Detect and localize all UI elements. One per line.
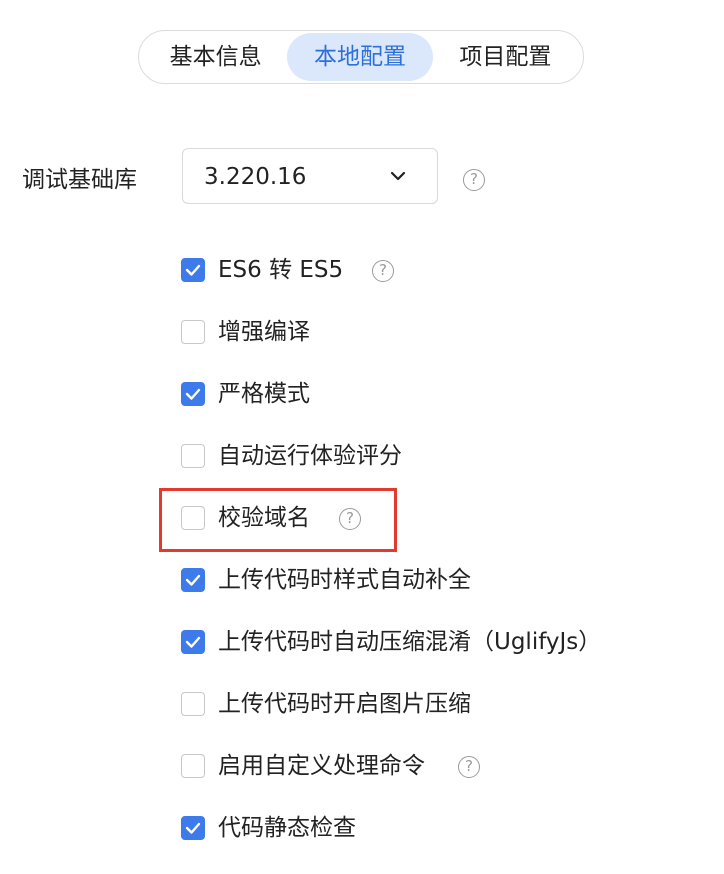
tab-basic-info[interactable]: 基本信息 bbox=[144, 33, 287, 81]
debug-library-label: 调试基础库 bbox=[22, 167, 137, 193]
checkbox-checked-icon[interactable] bbox=[181, 382, 205, 406]
option-style-autoprefix[interactable]: 上传代码时样式自动补全 bbox=[181, 564, 471, 596]
option-label: 自动运行体验评分 bbox=[218, 443, 402, 469]
debug-library-value: 3.220.16 bbox=[204, 164, 307, 190]
highlight-annotation-box bbox=[159, 488, 397, 552]
chevron-down-icon bbox=[390, 171, 406, 181]
checkbox-unchecked-icon[interactable] bbox=[181, 444, 205, 468]
debug-library-select[interactable]: 3.220.16 bbox=[182, 148, 438, 204]
option-label: 代码静态检查 bbox=[218, 815, 356, 841]
checkbox-unchecked-icon[interactable] bbox=[181, 754, 205, 778]
checkbox-unchecked-icon[interactable] bbox=[181, 320, 205, 344]
checkbox-checked-icon[interactable] bbox=[181, 258, 205, 282]
tab-project-settings[interactable]: 项目配置 bbox=[433, 33, 578, 81]
option-es6-to-es5[interactable]: ES6 转 ES5 bbox=[181, 254, 343, 286]
checkbox-checked-icon[interactable] bbox=[181, 816, 205, 840]
help-icon[interactable]: ? bbox=[372, 260, 394, 282]
option-auto-score[interactable]: 自动运行体验评分 bbox=[181, 440, 402, 472]
checkbox-checked-icon[interactable] bbox=[181, 568, 205, 592]
checkbox-unchecked-icon[interactable] bbox=[181, 692, 205, 716]
option-custom-commands[interactable]: 启用自定义处理命令 bbox=[181, 750, 425, 782]
option-label: 启用自定义处理命令 bbox=[218, 753, 425, 779]
tab-local-settings[interactable]: 本地配置 bbox=[287, 33, 433, 81]
option-strict-mode[interactable]: 严格模式 bbox=[181, 378, 310, 410]
option-image-compress[interactable]: 上传代码时开启图片压缩 bbox=[181, 688, 471, 720]
option-label: 严格模式 bbox=[218, 381, 310, 407]
option-label: 上传代码时样式自动补全 bbox=[218, 567, 471, 593]
option-static-check[interactable]: 代码静态检查 bbox=[181, 812, 356, 844]
option-label: 上传代码时自动压缩混淆（UglifyJs） bbox=[218, 629, 602, 655]
option-label: ES6 转 ES5 bbox=[218, 257, 344, 283]
library-help-icon[interactable]: ? bbox=[463, 169, 485, 191]
option-enhanced-compile[interactable]: 增强编译 bbox=[181, 316, 310, 348]
option-label: 增强编译 bbox=[218, 319, 310, 345]
checkbox-checked-icon[interactable] bbox=[181, 630, 205, 654]
settings-tab-bar: 基本信息 本地配置 项目配置 bbox=[138, 30, 584, 84]
option-label: 上传代码时开启图片压缩 bbox=[218, 691, 471, 717]
help-icon[interactable]: ? bbox=[458, 756, 480, 778]
option-uglify-minify[interactable]: 上传代码时自动压缩混淆（UglifyJs） bbox=[181, 626, 601, 658]
